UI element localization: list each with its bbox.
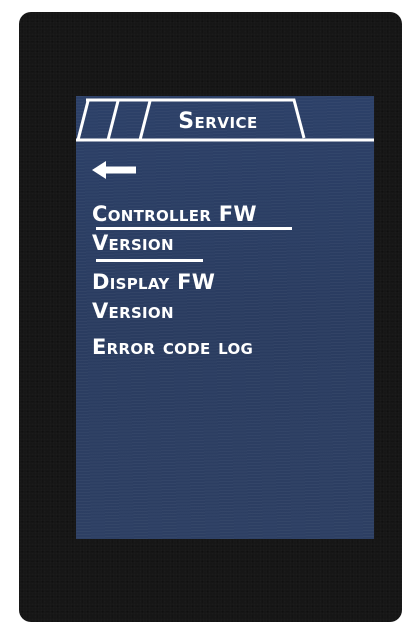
screen-title: Service xyxy=(178,109,258,134)
back-button[interactable] xyxy=(90,160,138,180)
device-bezel: Service Controller FW Version Display FW… xyxy=(19,12,402,622)
menu-item-error-code-log[interactable]: Error code log xyxy=(92,333,352,362)
menu-item-label-line: Controller FW xyxy=(92,202,257,226)
menu-item-label-line: Version xyxy=(92,299,174,323)
display-screen: Service Controller FW Version Display FW… xyxy=(76,96,374,539)
left-arrow-icon xyxy=(92,161,136,179)
menu-item-label-line: Version xyxy=(92,231,174,255)
selection-underline xyxy=(96,227,292,230)
menu-item-label-line: Display FW xyxy=(92,270,216,294)
selection-underline xyxy=(96,259,203,262)
menu-item-display-fw-version[interactable]: Display FW Version xyxy=(92,268,312,326)
menu-item-label-line: Error code log xyxy=(92,335,254,359)
